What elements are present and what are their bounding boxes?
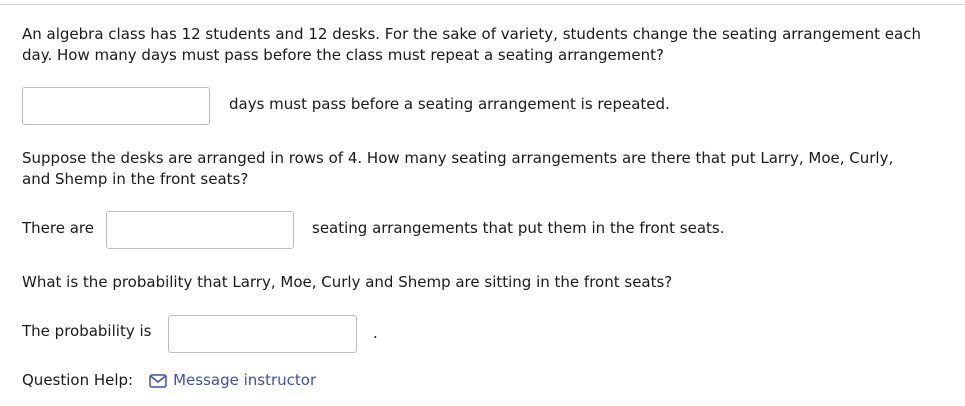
arrangements-suffix: seating arrangements that put them in th… <box>312 219 725 237</box>
question-intro: An algebra class has 12 students and 12 … <box>22 25 921 64</box>
question-help: Question Help: Message instructor <box>22 370 316 391</box>
question-part2-prompt: Suppose the desks are arranged in rows o… <box>22 149 894 188</box>
arrangements-answer-input[interactable] <box>106 211 294 249</box>
days-answer-suffix: days must pass before a seating arrangem… <box>229 95 670 113</box>
question-help-label: Question Help: <box>22 371 134 389</box>
top-divider <box>0 4 965 5</box>
message-instructor-label: Message instructor <box>173 371 317 389</box>
probability-prefix: The probability is <box>22 322 152 340</box>
message-instructor-link[interactable]: Message instructor <box>149 370 316 391</box>
envelope-icon <box>149 373 167 388</box>
question-part3-prompt: What is the probability that Larry, Moe,… <box>22 273 673 291</box>
probability-answer-input[interactable] <box>168 315 357 353</box>
probability-suffix: . <box>373 324 378 342</box>
arrangements-prefix: There are <box>22 219 94 237</box>
days-answer-input[interactable] <box>22 87 210 125</box>
